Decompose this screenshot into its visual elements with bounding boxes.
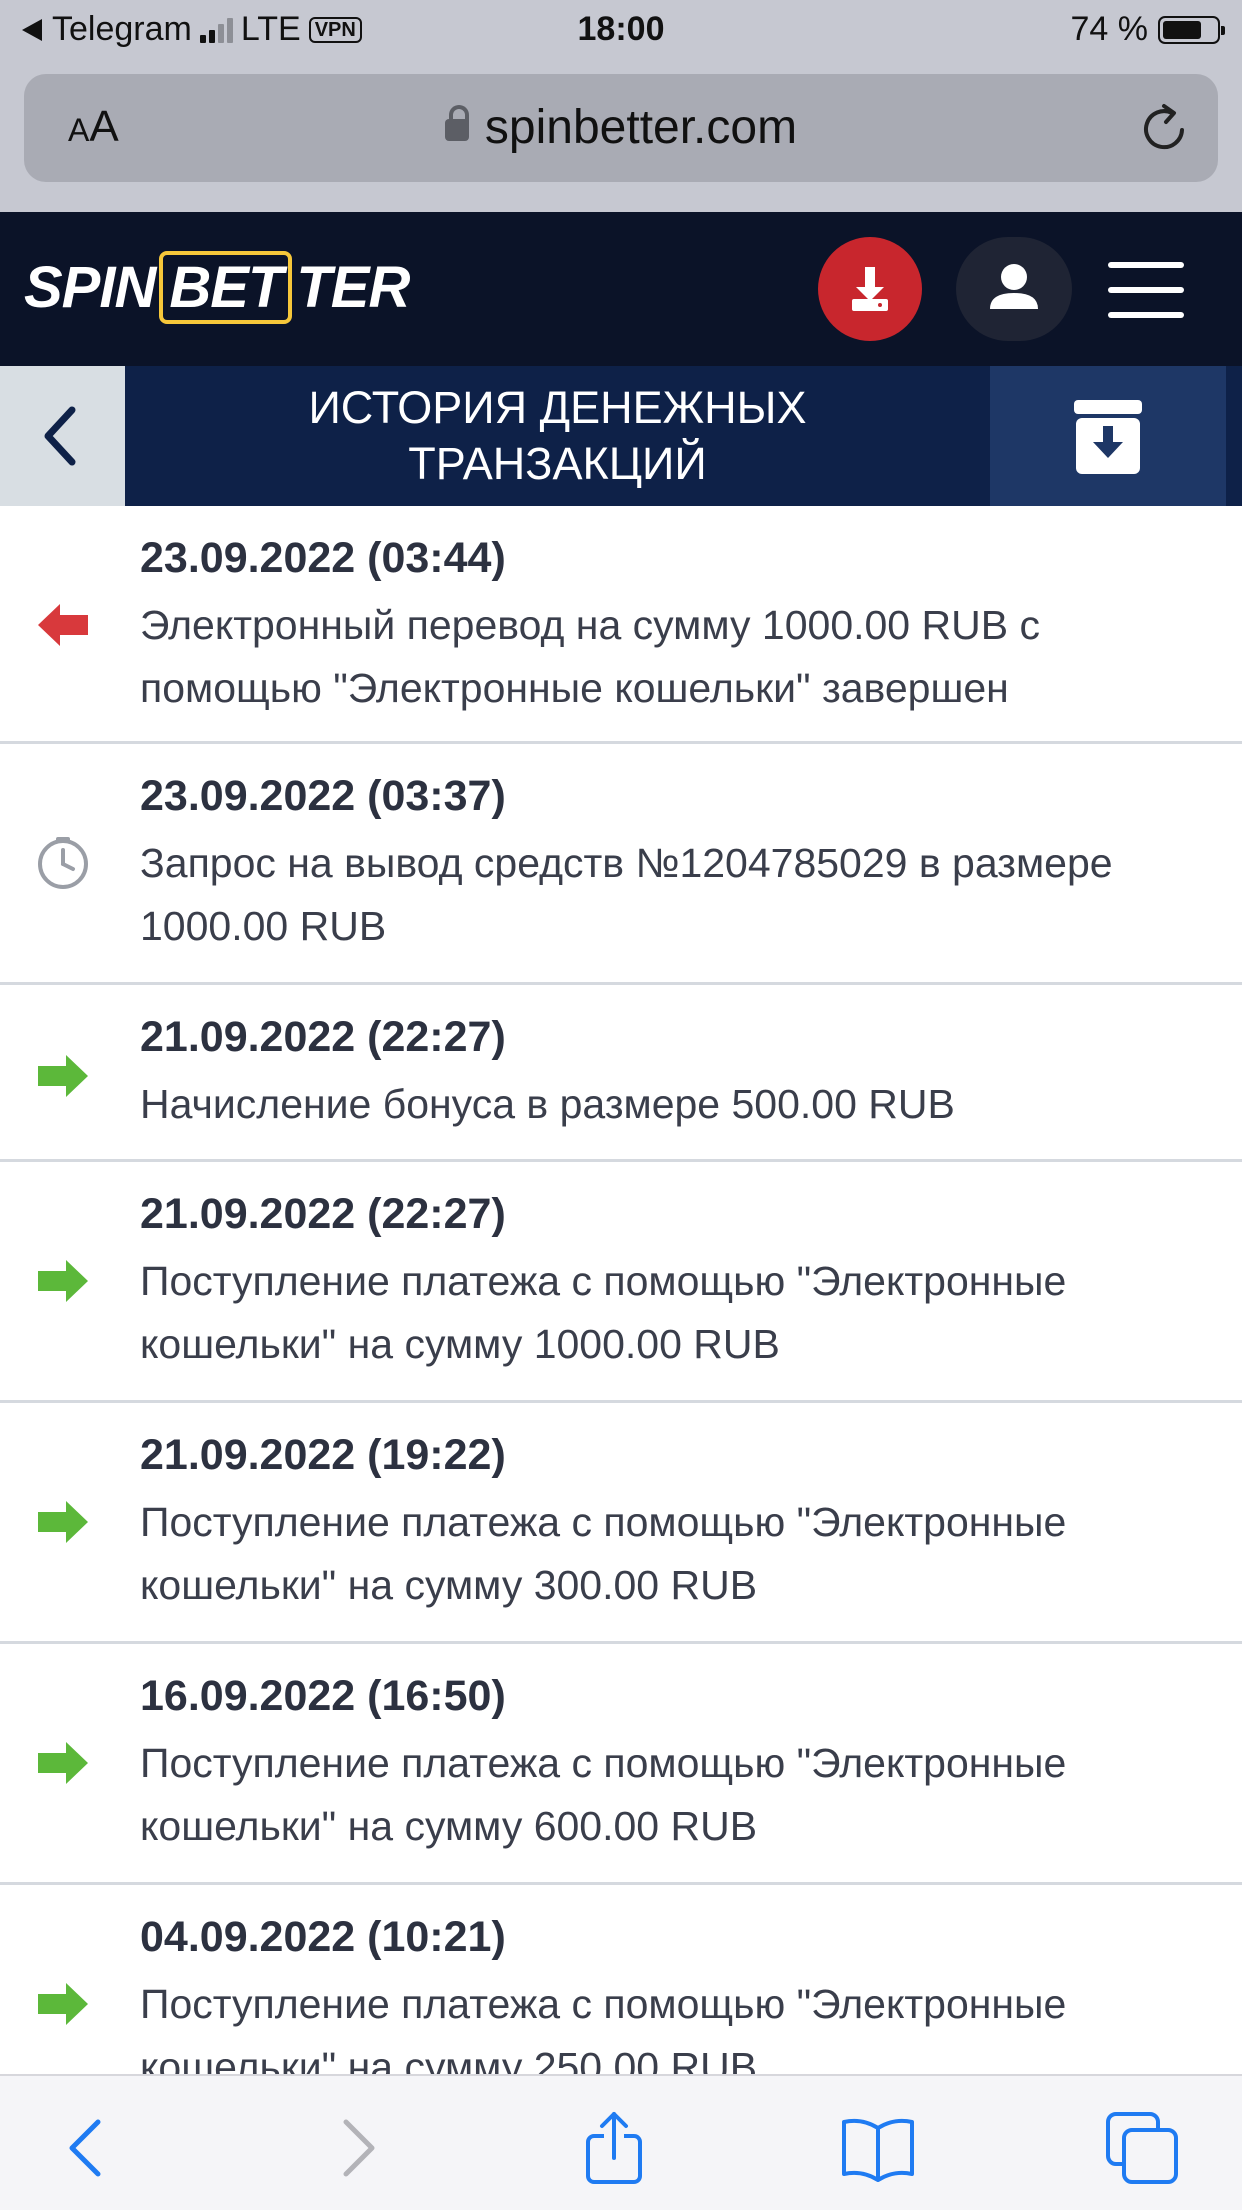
page-title: ИСТОРИЯ ДЕНЕЖНЫХ ТРАНЗАКЦИЙ [125,380,990,492]
transaction-item[interactable]: 16.09.2022 (16:50) Поступление платежа с… [0,1644,1242,1885]
transaction-item[interactable]: 23.09.2022 (03:44) Электронный перевод н… [0,506,1242,744]
status-bar: Telegram LTE VPN 18:00 74 % [0,0,1242,62]
user-profile-button[interactable] [956,237,1072,341]
transaction-date: 23.09.2022 (03:37) [140,772,506,820]
safari-toolbar [0,2074,1242,2210]
transaction-description: Поступление платежа с помощью "Электронн… [140,1499,1067,1608]
download-app-button[interactable] [818,237,922,341]
transaction-date: 04.09.2022 (10:21) [140,1913,506,1961]
url-text: spinbetter.com [484,101,798,154]
battery-percent: 74 % [1070,10,1149,48]
lock-icon [444,105,469,141]
transaction-description: Электронный перевод на сумму 1000.00 RUB… [140,602,1040,711]
transaction-item[interactable]: 21.09.2022 (22:27) Поступление платежа с… [0,1162,1242,1403]
spinbetter-logo[interactable]: SPIN BET TER [24,251,410,324]
transaction-description: Поступление платежа с помощью "Электронн… [140,1258,1067,1367]
transaction-date: 21.09.2022 (22:27) [140,1190,506,1238]
transaction-date: 21.09.2022 (22:27) [140,1013,506,1061]
url-display[interactable]: spinbetter.com [24,100,1218,155]
user-icon [990,264,1038,309]
page-title-bar: ИСТОРИЯ ДЕНЕЖНЫХ ТРАНЗАКЦИЙ [0,366,1242,506]
download-icon [852,267,888,311]
transaction-date: 16.09.2022 (16:50) [140,1672,506,1720]
arrow-right-green-icon [38,1055,88,1097]
arrow-right-green-icon [38,1742,88,1784]
arrow-right-green-icon [38,1983,88,2025]
url-bar[interactable]: AA spinbetter.com [24,74,1218,182]
transaction-date: 23.09.2022 (03:44) [140,534,506,582]
reload-icon[interactable] [1132,96,1196,160]
arrow-left-red-icon [38,604,88,646]
arrow-right-green-icon [38,1501,88,1543]
logo-part-bet: BET [159,251,293,324]
tabs-icon[interactable] [1102,2108,1182,2188]
battery-icon [1158,15,1225,44]
transaction-list: 23.09.2022 (03:44) Электронный перевод н… [0,506,1242,2126]
transaction-date: 21.09.2022 (19:22) [140,1431,506,1479]
back-button[interactable] [0,366,125,506]
share-icon[interactable] [574,2108,654,2188]
transaction-description: Запрос на вывод средств №1204785029 в ра… [140,840,1113,949]
transaction-item[interactable]: 21.09.2022 (19:22) Поступление платежа с… [0,1403,1242,1644]
forward-arrow-icon[interactable] [316,2108,396,2188]
transaction-item[interactable]: 21.09.2022 (22:27) Начисление бонуса в р… [0,985,1242,1162]
logo-part-spin: SPIN [24,255,156,320]
page-title-line1: ИСТОРИЯ ДЕНЕЖНЫХ [308,382,807,433]
arrow-right-green-icon [38,1260,88,1302]
archive-download-icon [1074,400,1142,474]
battery-fill [1163,20,1201,39]
safari-address-area: AA spinbetter.com [0,62,1242,212]
transaction-description: Начисление бонуса в размере 500.00 RUB [140,1081,955,1127]
back-arrow-icon[interactable] [48,2108,128,2188]
transaction-item[interactable]: 23.09.2022 (03:37) Запрос на вывод средс… [0,744,1242,985]
chevron-left-icon [44,406,76,466]
hamburger-menu-icon[interactable] [1108,262,1184,318]
status-time: 18:00 [577,10,665,48]
bookmarks-icon[interactable] [838,2108,918,2188]
page-title-line2: ТРАНЗАКЦИЙ [408,438,707,489]
title-bar-edge [1226,366,1242,506]
status-right: 74 % [1070,10,1225,49]
transaction-description: Поступление платежа с помощью "Электронн… [140,1740,1067,1849]
site-header: SPIN BET TER [0,212,1242,366]
logo-part-ter: TER [296,255,410,320]
archive-download-button[interactable] [990,366,1226,506]
clock-icon [38,837,88,889]
